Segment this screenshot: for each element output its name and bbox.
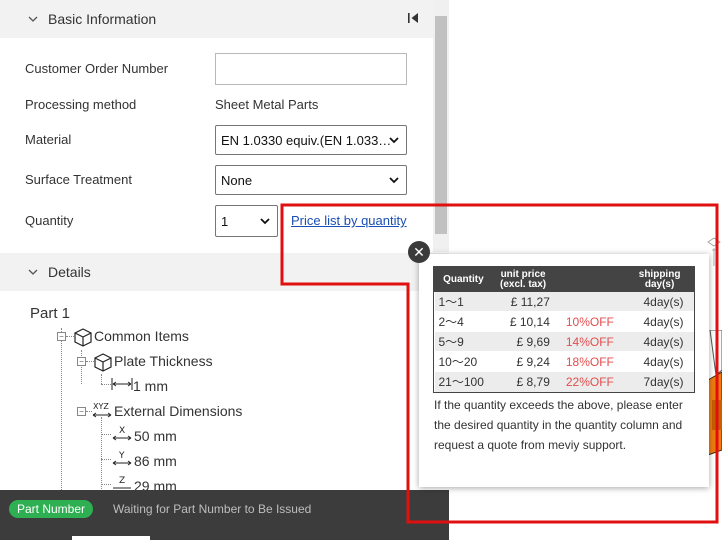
highlight-outline <box>280 203 719 524</box>
